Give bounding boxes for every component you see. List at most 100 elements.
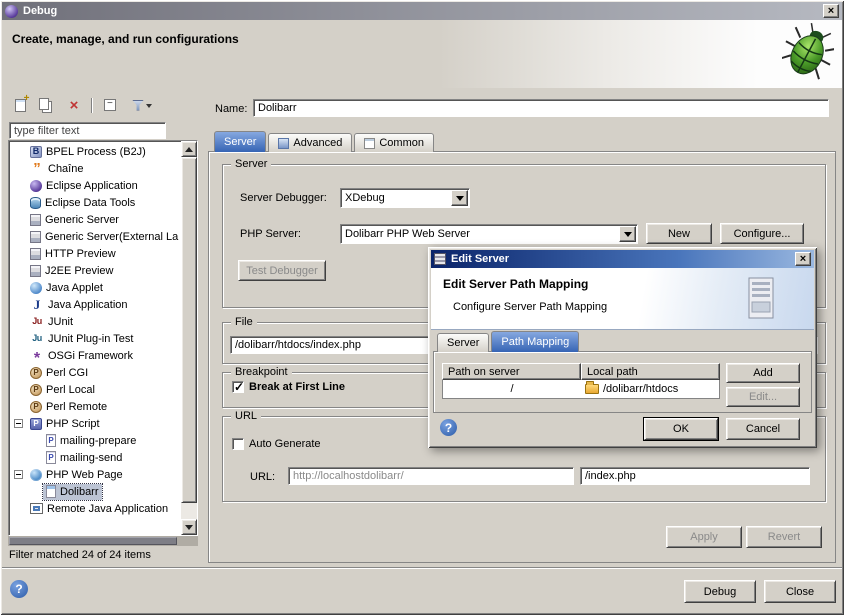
chevron-down-icon[interactable] bbox=[451, 190, 468, 206]
tree-item-label: Java Application bbox=[48, 299, 128, 311]
name-input[interactable] bbox=[253, 99, 829, 117]
auto-generate-row[interactable]: Auto Generate bbox=[232, 438, 321, 450]
table-cell-server-path[interactable]: / bbox=[443, 380, 581, 398]
close-icon[interactable]: × bbox=[823, 4, 839, 18]
server-icon bbox=[30, 231, 41, 243]
add-mapping-button[interactable]: Add bbox=[726, 363, 800, 383]
cancel-button[interactable]: Cancel bbox=[726, 418, 800, 440]
edit-server-dialog: Edit Server × Edit Server Path Mapping C… bbox=[428, 247, 817, 448]
filter-status: Filter matched 24 of 24 items bbox=[9, 549, 151, 561]
column-header-local-path[interactable]: Local path bbox=[581, 363, 720, 380]
tree-item[interactable]: Perl Local bbox=[9, 381, 197, 398]
tree-item[interactable]: JUnit bbox=[9, 313, 197, 330]
collapse-toggle-icon[interactable] bbox=[14, 470, 23, 479]
duplicate-icon bbox=[39, 98, 49, 110]
filter-input[interactable] bbox=[9, 122, 166, 139]
bug-image bbox=[782, 23, 834, 83]
tree-item[interactable]: mailing-prepare bbox=[9, 432, 197, 449]
filter-menu-button[interactable] bbox=[127, 95, 157, 115]
tree-item[interactable]: Java Applet bbox=[9, 279, 197, 296]
new-config-icon bbox=[15, 99, 26, 112]
apply-button[interactable]: Apply bbox=[666, 526, 742, 548]
scrollbar-thumb[interactable] bbox=[181, 157, 197, 503]
tree-item[interactable]: HTTP Preview bbox=[9, 245, 197, 262]
dialog-close-icon[interactable]: × bbox=[795, 252, 811, 266]
tree-item[interactable]: OSGi Framework bbox=[9, 347, 197, 364]
tree-item-label: mailing-prepare bbox=[60, 435, 136, 447]
window-icon bbox=[5, 5, 18, 18]
tree-item[interactable]: Generic Server bbox=[9, 211, 197, 228]
base-url-input[interactable] bbox=[288, 467, 574, 485]
debug-configurations-window: Debug × Create, manage, and run configur… bbox=[0, 0, 844, 615]
tab-server[interactable]: Server bbox=[214, 131, 266, 152]
table-cell-local-path[interactable]: /dolibarr/htdocs bbox=[581, 380, 719, 398]
group-title: Breakpoint bbox=[231, 365, 292, 379]
tree-item[interactable]: J2EE Preview bbox=[9, 262, 197, 279]
tree-item[interactable]: mailing-send bbox=[9, 449, 197, 466]
php-file-icon bbox=[46, 451, 56, 464]
group-title: URL bbox=[231, 409, 261, 423]
php-server-select[interactable]: Dolibarr PHP Web Server bbox=[340, 224, 638, 244]
tree-item[interactable]: Chaîne bbox=[9, 160, 197, 177]
duplicate-configuration-button[interactable] bbox=[37, 95, 57, 115]
tab-common[interactable]: Common bbox=[354, 133, 434, 152]
tree-item-label: Dolibarr bbox=[60, 486, 99, 498]
dialog-help-button[interactable]: ? bbox=[440, 419, 457, 436]
tree-item[interactable]: Remote Java Application bbox=[9, 500, 197, 517]
tree-item-label: BPEL Process (B2J) bbox=[46, 146, 146, 158]
tree-item-selected[interactable]: Dolibarr bbox=[9, 483, 197, 500]
configure-button[interactable]: Configure... bbox=[720, 223, 804, 244]
edit-mapping-button[interactable]: Edit... bbox=[726, 387, 800, 407]
junit-icon bbox=[30, 315, 44, 329]
scrollbar-thumb[interactable] bbox=[9, 537, 177, 545]
tab-path-mapping[interactable]: Path Mapping bbox=[491, 331, 579, 352]
tree-vertical-scrollbar[interactable] bbox=[181, 141, 197, 535]
ok-button[interactable]: OK bbox=[644, 418, 718, 440]
page-title: Create, manage, and run configurations bbox=[12, 32, 239, 46]
break-first-line-checkbox[interactable] bbox=[232, 381, 244, 393]
tree-item[interactable]: PHP Script bbox=[9, 415, 197, 432]
collapse-toggle-icon[interactable] bbox=[14, 419, 23, 428]
tab-advanced[interactable]: Advanced bbox=[268, 133, 352, 152]
break-first-line-row[interactable]: Break at First Line bbox=[232, 381, 345, 393]
server-debugger-select[interactable]: XDebug bbox=[340, 188, 470, 208]
test-debugger-button[interactable]: Test Debugger bbox=[238, 260, 326, 281]
tree-item[interactable]: Java Application bbox=[9, 296, 197, 313]
tree-item[interactable]: Generic Server(External La bbox=[9, 228, 197, 245]
auto-generate-checkbox[interactable] bbox=[232, 438, 244, 450]
tree-item-label: J2EE Preview bbox=[45, 265, 113, 277]
scroll-down-icon[interactable] bbox=[181, 519, 197, 535]
selected-value: Dolibarr PHP Web Server bbox=[341, 225, 618, 243]
configurations-toolbar bbox=[10, 94, 200, 116]
scroll-up-icon[interactable] bbox=[181, 141, 197, 157]
column-header-label: Path on server bbox=[448, 366, 520, 378]
column-header-path-on-server[interactable]: Path on server bbox=[442, 363, 581, 380]
config-tabs: Server Advanced Common bbox=[214, 131, 434, 152]
tree-item[interactable]: PHP Web Page bbox=[9, 466, 197, 483]
dialog-window-icon bbox=[434, 253, 446, 265]
new-configuration-button[interactable] bbox=[10, 95, 30, 115]
tree-item[interactable]: Eclipse Application bbox=[9, 177, 197, 194]
database-icon bbox=[30, 197, 41, 209]
tree-item[interactable]: Eclipse Data Tools bbox=[9, 194, 197, 211]
delete-configuration-button[interactable] bbox=[64, 95, 84, 115]
tree-item[interactable]: Perl CGI bbox=[9, 364, 197, 381]
collapse-all-icon bbox=[104, 99, 116, 111]
revert-button[interactable]: Revert bbox=[746, 526, 822, 548]
collapse-all-button[interactable] bbox=[100, 95, 120, 115]
tree-horizontal-scrollbar[interactable] bbox=[8, 536, 198, 546]
selected-value: XDebug bbox=[341, 189, 450, 207]
tree-item[interactable]: Perl Remote bbox=[9, 398, 197, 415]
tree-item[interactable]: JUnit Plug-in Test bbox=[9, 330, 197, 347]
url-path-input[interactable] bbox=[580, 467, 810, 485]
close-button[interactable]: Close bbox=[764, 580, 836, 603]
tab-server[interactable]: Server bbox=[437, 333, 489, 352]
dialog-titlebar[interactable]: Edit Server × bbox=[431, 250, 814, 268]
new-server-button[interactable]: New bbox=[646, 223, 712, 244]
debug-button[interactable]: Debug bbox=[684, 580, 756, 603]
window-titlebar[interactable]: Debug × bbox=[2, 2, 842, 20]
web-page-file-icon bbox=[46, 485, 56, 498]
help-button[interactable]: ? bbox=[10, 580, 28, 598]
chevron-down-icon[interactable] bbox=[619, 226, 636, 242]
tree-item[interactable]: BPEL Process (B2J) bbox=[9, 143, 197, 160]
